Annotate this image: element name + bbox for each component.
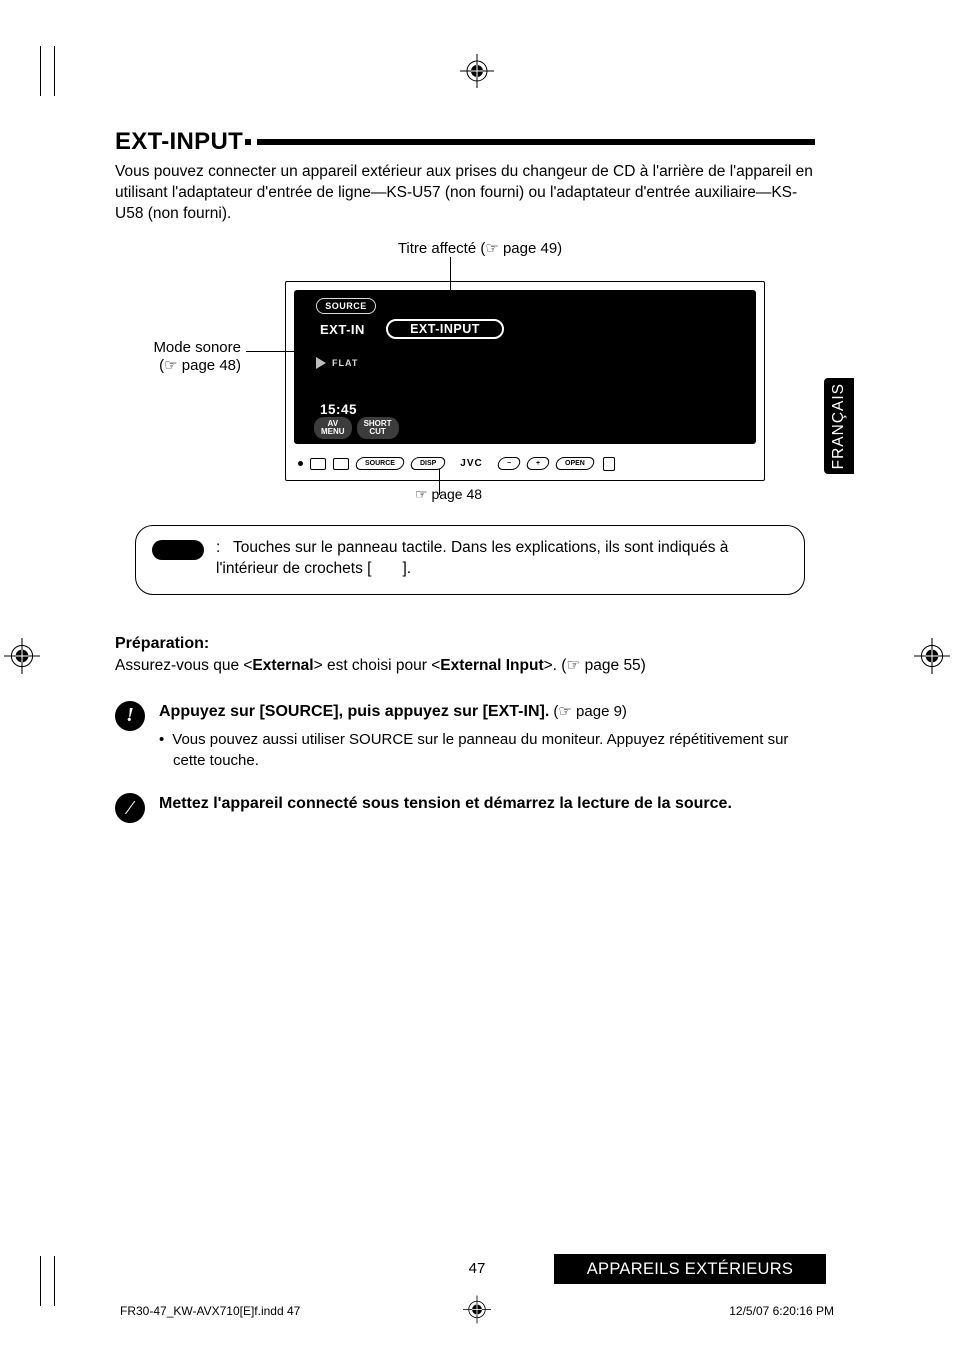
screen-flat-label: FLAT	[332, 358, 358, 368]
note-colon: :	[216, 539, 220, 556]
panel-icon	[333, 458, 349, 470]
sound-mode-label: Mode sonore (☞ page 48)	[151, 339, 241, 374]
touch-key-blob-icon	[152, 540, 204, 560]
screen-chip-avmenu: AV MENU	[314, 417, 352, 439]
screen-source-button: SOURCE	[316, 298, 376, 314]
panel-led-icon	[298, 461, 303, 466]
sound-mode-label-line2: (☞ page 48)	[151, 356, 241, 374]
screen-sound-mode-row: FLAT	[316, 357, 358, 369]
preparation-text: Assurez-vous que <External> est choisi p…	[115, 656, 815, 675]
prep-text-fragment: >. (☞ page 55)	[544, 657, 646, 674]
language-tab: FRANÇAIS	[824, 378, 854, 474]
screen-extinput-pill: EXT-INPUT	[386, 319, 504, 339]
preparation-block: Préparation: Assurez-vous que <External>…	[115, 635, 815, 675]
screen-chip-shortcut: SHORT CUT	[357, 417, 399, 439]
prep-text-bold: External Input	[440, 657, 543, 674]
assigned-title-label: Titre affecté (☞ page 49)	[375, 239, 585, 257]
step-ref: (☞ page 9)	[549, 703, 627, 720]
device-screen: SOURCE EXT-IN EXT-INPUT FLAT 15:45 AV ME…	[294, 290, 756, 444]
panel-icon	[310, 458, 326, 470]
registration-mark-icon	[463, 1296, 491, 1327]
imprint-filename: FR30-47_KW-AVX710[E]f.indd 47	[120, 1304, 300, 1318]
triangle-icon	[316, 357, 326, 369]
preparation-heading: Préparation:	[115, 635, 815, 653]
step-body: Mettez l'appareil connecté sous tension …	[159, 793, 732, 815]
sound-mode-label-line1: Mode sonore	[151, 339, 241, 356]
screen-extin-label: EXT-IN	[320, 322, 365, 337]
prep-text-bold: External	[252, 657, 313, 674]
footer-section-bar: APPAREILS EXTÉRIEURS	[554, 1254, 826, 1284]
intro-paragraph: Vous pouvez connecter un appareil extéri…	[115, 162, 815, 225]
step-number-badge: !	[115, 701, 145, 731]
chip-text: CUT	[364, 428, 392, 436]
panel-plus-button: +	[525, 457, 551, 470]
language-tab-label: FRANÇAIS	[830, 383, 848, 469]
step-1: ! Appuyez sur [SOURCE], puis appuyez sur…	[115, 701, 815, 771]
screen-clock: 15:45	[320, 402, 357, 417]
note-body: Touches sur le panneau tactile. Dans les…	[216, 539, 728, 577]
step-2: ⁄ Mettez l'appareil connecté sous tensio…	[115, 793, 815, 823]
touch-key-note: : Touches sur le panneau tactile. Dans l…	[135, 525, 805, 595]
title-divider-tick	[245, 139, 251, 145]
note-text: : Touches sur le panneau tactile. Dans l…	[216, 538, 788, 580]
step-number-badge: ⁄	[115, 793, 145, 823]
panel-jvc-logo: JVC	[460, 458, 482, 469]
prep-text-fragment: > est choisi pour <	[314, 657, 441, 674]
section-heading-row: EXT-INPUT	[115, 128, 815, 156]
device-hardware-panel: SOURCE DISP JVC − + OPEN	[294, 454, 756, 474]
step-body: Appuyez sur [SOURCE], puis appuyez sur […	[159, 701, 815, 771]
panel-source-button: SOURCE	[354, 457, 405, 470]
panel-minus-button: −	[496, 457, 522, 470]
step-main-text: Mettez l'appareil connecté sous tension …	[159, 795, 732, 812]
step-sub-bullet: Vous pouvez aussi utiliser SOURCE sur le…	[159, 729, 815, 771]
panel-disp-button: DISP	[409, 457, 447, 470]
device-illustration: SOURCE EXT-IN EXT-INPUT FLAT 15:45 AV ME…	[285, 281, 765, 481]
steps-list: ! Appuyez sur [SOURCE], puis appuyez sur…	[115, 701, 815, 823]
imprint-row: FR30-47_KW-AVX710[E]f.indd 47 12/5/07 6:…	[0, 1304, 954, 1318]
registration-mark-icon	[4, 638, 40, 674]
section-title: EXT-INPUT	[115, 128, 243, 156]
panel-open-button: OPEN	[554, 457, 595, 470]
screen-chip-row: AV MENU SHORT CUT	[314, 417, 399, 439]
panel-slot-icon	[603, 457, 615, 471]
imprint-timestamp: 12/5/07 6:20:16 PM	[729, 1304, 834, 1318]
chip-text: MENU	[321, 428, 345, 436]
step-main-text: Appuyez sur [SOURCE], puis appuyez sur […	[159, 703, 549, 720]
title-divider-bar	[257, 139, 815, 145]
diagram: Titre affecté (☞ page 49) Mode sonore (☞…	[115, 239, 815, 499]
page48-ref: ☞ page 48	[415, 486, 482, 503]
prep-text-fragment: Assurez-vous que <	[115, 657, 252, 674]
registration-mark-icon	[460, 54, 494, 88]
registration-mark-icon	[914, 638, 950, 674]
